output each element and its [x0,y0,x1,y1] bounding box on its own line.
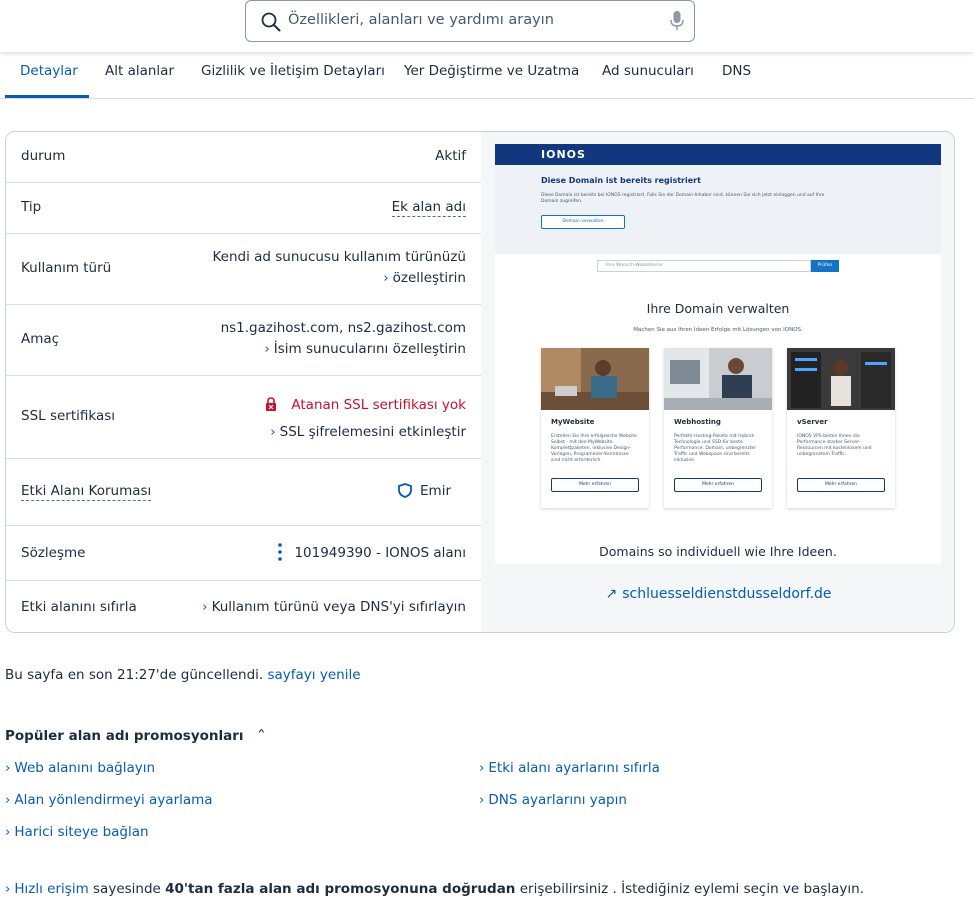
chevron-right-icon: › [264,341,270,357]
website-preview[interactable]: IONOS Diese Domain ist bereits registrie… [495,144,941,564]
usage-value: Kendi ad sunucusu kullanım türünüzü [212,249,466,265]
more-options-icon[interactable] [276,542,284,562]
preview-card-title: Webhosting [674,418,721,426]
enable-ssl-link[interactable]: › SSL şifrelemesini etkinleştir [270,424,466,440]
chevron-right-icon: › [202,599,208,615]
chevron-right-icon: › [5,760,11,776]
preview-search-field: Ihre Wunsch-Webadresse [597,260,811,272]
shield-icon [398,483,412,498]
preview-brand-bar: IONOS [495,144,941,165]
preview-card-button: Mehr erfahren [797,478,885,492]
chevron-up-icon: ˄ [256,728,267,744]
preview-card-text: Erstellen Sie Ihre erfolgreiche Website … [551,434,637,463]
preview-card-mywebsite: MyWebsite Erstellen Sie Ihre erfolgreich… [541,348,649,508]
external-link-icon: ↗ [605,586,618,602]
site-external-link[interactable]: ↗ schluesseldienstdusseldorf.de [481,586,954,602]
preview-card-webhosting: Webhosting Perfekte Hosting-Pakete mit H… [664,348,772,508]
contract-row: Sözleşme 101949390 - IONOS alanı [6,526,481,581]
promo-connect-web-domain[interactable]: › Web alanını bağlayın [5,760,155,776]
website-preview-panel: IONOS Diese Domain ist bereits registrie… [481,132,954,632]
details-list: durum Aktif Tip Ek alan adı Kullanım tür… [6,132,481,632]
usage-row: Kullanım türü Kendi ad sunucusu kullanım… [6,234,481,305]
preview-card-button: Mehr erfahren [674,478,762,492]
preview-card-button: Mehr erfahren [551,478,639,492]
tab-details[interactable]: Detaylar [20,63,78,79]
lock-icon [266,397,277,411]
chevron-right-icon: › [479,760,485,776]
last-updated-text: Bu sayfa en son 21:27'de güncellendi. sa… [5,667,361,683]
ssl-label: SSL sertifikası [21,408,116,424]
tab-privacy-contact[interactable]: Gizlilik ve İletişim Detayları [201,63,385,79]
preview-heading: Diese Domain ist bereits registriert [541,176,701,185]
tab-subdomains[interactable]: Alt alanlar [105,63,174,79]
protection-order-link[interactable]: Emir [398,483,451,499]
preview-footer-heading: Domains so individuell wie Ihre Ideen. [599,544,837,559]
mywebsite-photo [541,348,649,410]
promo-configure-dns[interactable]: › DNS ayarlarını yapın [479,792,627,808]
quick-access-text: › Hızlı erişim sayesinde 40'tan fazla ala… [5,881,864,897]
tab-dns[interactable]: DNS [722,63,751,79]
promo-connect-external-site[interactable]: › Harici siteye bağlan [5,824,149,840]
preview-card-title: MyWebsite [551,418,595,426]
vserver-photo [787,348,895,410]
tab-bar: Detaylar Alt alanlar Gizlilik ve İletişi… [0,53,974,99]
contract-value: 101949390 - IONOS alanı [294,545,466,561]
search-icon [261,12,281,32]
chevron-right-icon: › [270,424,276,440]
type-label: Tip [21,199,42,215]
reset-usage-link[interactable]: › Kullanım türünü veya DNS'yi sıfırlayın [202,599,466,615]
promo-reset-domain-settings[interactable]: › Etki alanı ayarlarını sıfırla [479,760,660,776]
preview-title: Ihre Domain verwalten [646,301,790,316]
ssl-row: SSL sertifikası Atanan SSL sertifikası y… [6,376,481,459]
chevron-right-icon: › [5,824,11,840]
tab-nameservers[interactable]: Ad sunucuları [602,63,694,79]
status-row: durum Aktif [6,132,481,183]
customize-usage-link[interactable]: › özelleştirin [383,270,466,286]
domain-protection-row: Etki Alanı Koruması Emir [6,459,481,526]
purpose-row: Amaç ns1.gazihost.com, ns2.gazihost.com … [6,305,481,376]
status-label: durum [21,148,66,164]
contract-label: Sözleşme [21,545,86,561]
reset-domain-row: Etki alanını sıfırla › Kullanım türünü ve… [6,581,481,632]
domain-details-card: durum Aktif Tip Ek alan adı Kullanım tür… [5,131,955,633]
search-input[interactable]: Özellikleri, alanları ve yardımı arayın [288,12,554,28]
search-box[interactable]: Özellikleri, alanları ve yardımı arayın [245,0,695,42]
microphone-icon[interactable] [670,10,684,32]
preview-card-text: Perfekte Hosting-Pakete mit Hybrid-Techn… [674,434,757,463]
top-bar: Özellikleri, alanları ve yardımı arayın [0,0,974,52]
chevron-right-icon: › [5,792,11,808]
status-value: Aktif [435,148,466,164]
tab-transfer-renewal[interactable]: Yer Değiştirme ve Uzatma [404,63,579,79]
type-row: Tip Ek alan adı [6,183,481,234]
type-value[interactable]: Ek alan adı [391,199,466,217]
quick-access-link[interactable]: › Hızlı erişim [5,881,89,897]
refresh-page-link[interactable]: sayfayı yenile [267,667,360,683]
chevron-right-icon: › [383,270,389,286]
preview-card-title: vServer [797,418,828,426]
preview-card-vserver: vServer IONOS VPS bieten Ihnen die Perfo… [787,348,895,508]
chevron-right-icon: › [5,881,11,897]
preview-small-text: Diese Domain ist bereits bei IONOS regis… [541,193,825,204]
usage-label: Kullanım türü [21,260,112,276]
customize-nameservers-link[interactable]: › İsim sunucularını özelleştirin [264,341,466,357]
ssl-status: Atanan SSL sertifikası yok [265,397,466,413]
preview-subtitle: Machen Sie aus Ihren Ideen Erfolge mit L… [633,327,803,333]
domain-protection-label[interactable]: Etki Alanı Koruması [21,483,152,501]
reset-domain-label: Etki alanını sıfırla [21,599,137,615]
active-tab-indicator [5,95,89,98]
preview-search-button: Prüfen [811,260,839,272]
preview-card-text: IONOS VPS bieten Ihnen die Performance s… [797,434,872,457]
promo-set-domain-forwarding[interactable]: › Alan yönlendirmeyi ayarlama [5,792,213,808]
preview-manage-button: Domain verwalten [541,215,625,229]
ionos-logo: IONOS [541,148,586,161]
webhosting-photo [664,348,772,410]
chevron-right-icon: › [479,792,485,808]
promotions-heading[interactable]: Popüler alan adı promosyonları ˄ [5,728,267,744]
nameservers-value: ns1.gazihost.com, ns2.gazihost.com [220,320,466,336]
purpose-label: Amaç [21,331,60,347]
